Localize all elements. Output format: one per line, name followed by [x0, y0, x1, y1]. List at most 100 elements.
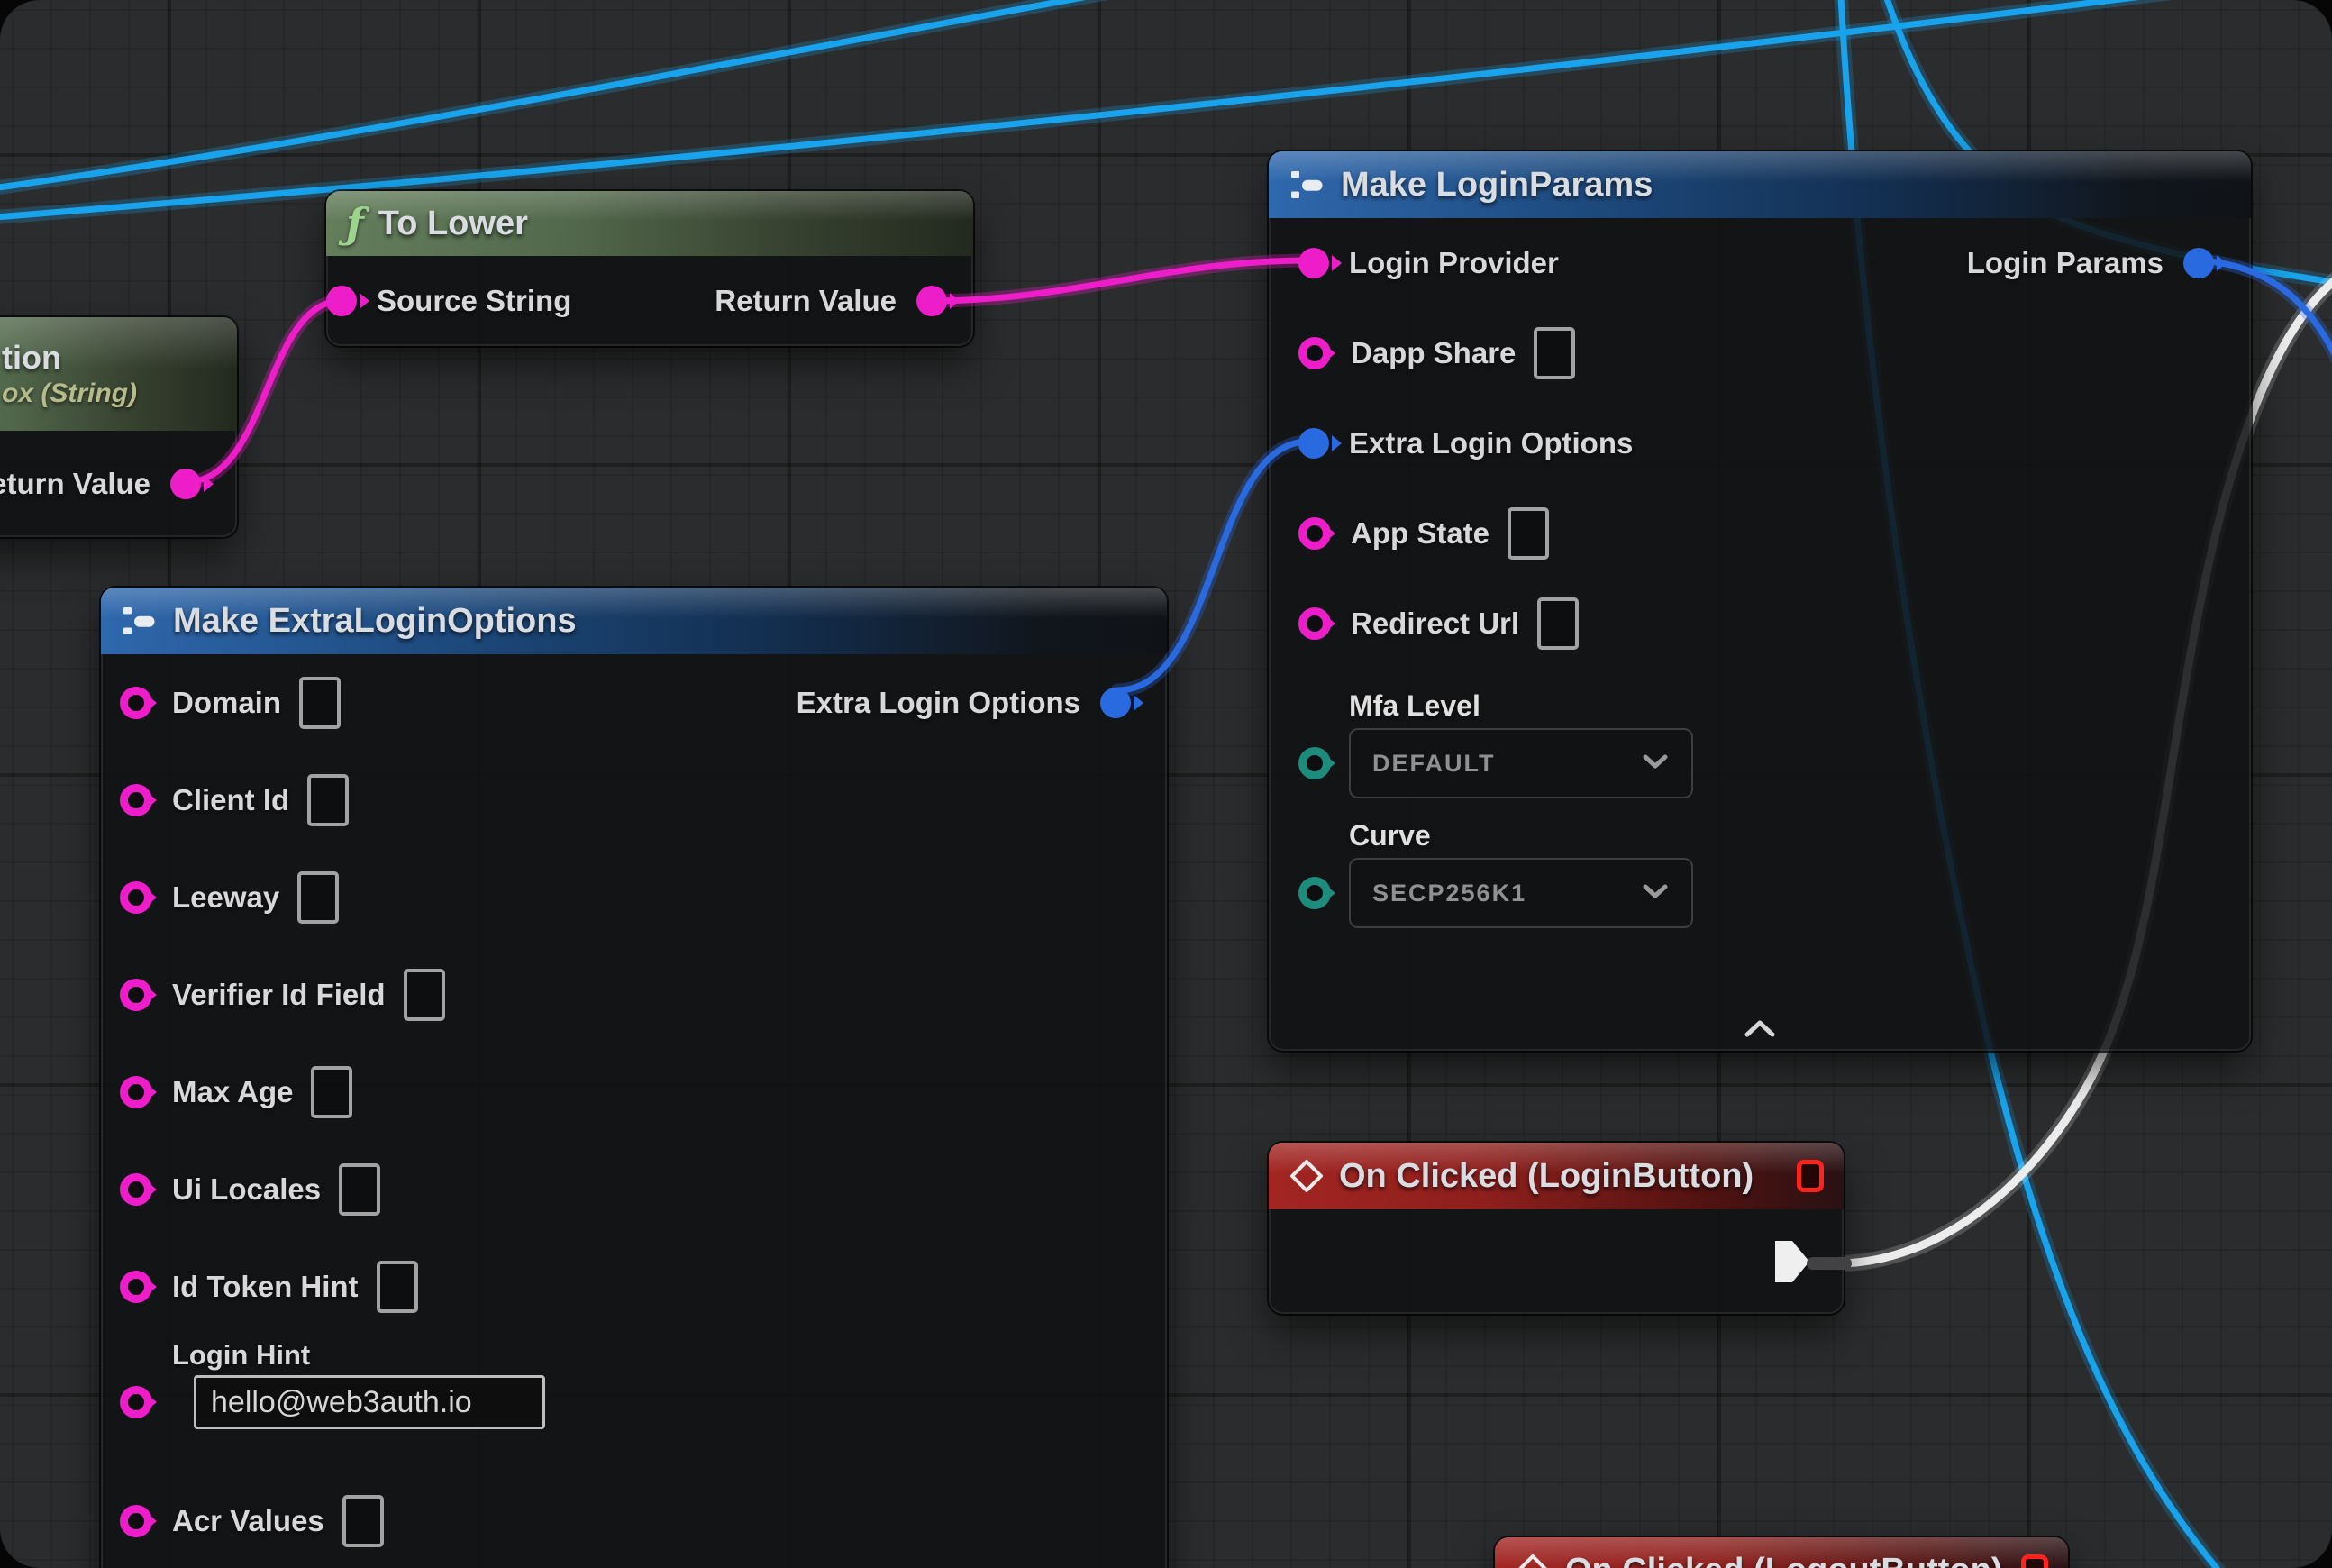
pin-extra-login-options-output[interactable]	[1100, 688, 1131, 718]
node-title: On Clicked (LogoutButton)	[1565, 1552, 2002, 1568]
login-hint-field[interactable]: hello@web3auth.io	[194, 1375, 545, 1429]
node-make-extra-login-options-header[interactable]: Make ExtraLoginOptions	[101, 588, 1167, 654]
wire-to-lower-to-login-provider	[930, 260, 1308, 301]
blueprint-graph-canvas[interactable]: tion ox (String) eturn Value ƒ To Lower …	[0, 0, 2332, 1568]
exec-output-pin[interactable]	[1775, 1241, 1809, 1282]
wire-top-diagonal-1	[0, 0, 1167, 191]
pin-login-provider-input[interactable]	[1298, 248, 1329, 278]
pin-label-dapp-share: Dapp Share	[1351, 336, 1516, 370]
pin-label-login-params-out: Login Params	[1967, 246, 2163, 280]
enum-label-curve: Curve	[1349, 813, 1693, 858]
pin-return-value-output[interactable]	[916, 286, 947, 316]
checkbox-verifier-id-field[interactable]	[404, 969, 445, 1021]
pin-login-params-output[interactable]	[2183, 248, 2214, 278]
node-make-extra-login-options[interactable]: Make ExtraLoginOptions Domain Extra Login…	[101, 588, 1167, 1568]
pin-row-client-id: Client Id	[101, 752, 1167, 849]
mfa-level-dropdown[interactable]: DEFAULT	[1349, 728, 1693, 798]
node-make-login-params[interactable]: Make LoginParams Login Provider Login Par…	[1269, 151, 2251, 1051]
pin-app-state-input[interactable]	[1298, 517, 1331, 550]
pin-label-ui-locales: Ui Locales	[172, 1172, 321, 1207]
make-struct-icon	[1289, 169, 1326, 201]
make-struct-icon	[121, 605, 159, 637]
pin-redirect-url-input[interactable]	[1298, 607, 1331, 640]
pin-label-extra-login-options-out: Extra Login Options	[797, 686, 1080, 720]
node-on-clicked-logout-button-header[interactable]: On Clicked (LogoutButton)	[1495, 1537, 2068, 1568]
node-truncated-function[interactable]: tion ox (String) eturn Value	[0, 317, 237, 537]
pin-label-source-string: Source String	[377, 284, 571, 318]
pin-row-leeway: Leeway	[101, 849, 1167, 946]
pin-row-extra-login-options: Extra Login Options	[1269, 398, 2251, 488]
pin-ui-locales-input[interactable]	[120, 1173, 152, 1206]
chevron-down-icon	[1641, 752, 1670, 776]
node-collapse-button[interactable]	[1740, 1015, 1780, 1042]
pure-function-icon: ƒ	[346, 203, 364, 244]
checkbox-acr-values[interactable]	[342, 1495, 384, 1547]
pin-label-return-value: eturn Value	[0, 467, 150, 501]
node-on-clicked-login-button[interactable]: On Clicked (LoginButton)	[1269, 1143, 1844, 1314]
node-to-lower[interactable]: ƒ To Lower Source String Return Value	[326, 191, 973, 346]
bound-widget-event-badge	[2021, 1554, 2048, 1568]
bound-widget-event-badge	[1797, 1160, 1824, 1192]
checkbox-app-state[interactable]	[1508, 507, 1549, 560]
pin-label-client-id: Client Id	[172, 783, 289, 817]
checkbox-max-age[interactable]	[311, 1066, 352, 1118]
pin-label-login-provider: Login Provider	[1349, 246, 1559, 280]
pin-label-domain: Domain	[172, 686, 281, 720]
pin-return-value-output[interactable]	[170, 469, 201, 499]
pin-label-login-hint: Login Hint	[172, 1336, 545, 1375]
event-diamond-icon	[1289, 1158, 1325, 1194]
chevron-up-icon	[1742, 1017, 1778, 1039]
node-title: tion	[2, 339, 61, 377]
node-on-clicked-login-button-header[interactable]: On Clicked (LoginButton)	[1269, 1143, 1844, 1209]
checkbox-redirect-url[interactable]	[1537, 597, 1579, 650]
enum-row-curve: Curve SECP256K1	[1298, 813, 2251, 928]
pin-id-token-hint-input[interactable]	[120, 1271, 152, 1303]
pin-row-dapp-share: Dapp Share	[1269, 308, 2251, 398]
pin-row-redirect-url: Redirect Url	[1269, 579, 2251, 669]
pin-label-extra-login-options: Extra Login Options	[1349, 426, 1633, 460]
pin-label-verifier-id-field: Verifier Id Field	[172, 978, 386, 1012]
curve-dropdown-value: SECP256K1	[1372, 880, 1526, 907]
node-to-lower-header[interactable]: ƒ To Lower	[326, 191, 973, 256]
enum-label-mfa-level: Mfa Level	[1349, 683, 1693, 728]
pin-max-age-input[interactable]	[120, 1076, 152, 1108]
pin-curve-input[interactable]	[1298, 877, 1331, 909]
pin-label-id-token-hint: Id Token Hint	[172, 1270, 359, 1304]
pin-row-login-provider: Login Provider Login Params	[1269, 218, 2251, 308]
pin-row-acr-values: Acr Values	[101, 1472, 1167, 1568]
pin-label-leeway: Leeway	[172, 880, 279, 915]
event-diamond-icon	[1515, 1553, 1551, 1568]
pin-client-id-input[interactable]	[120, 784, 152, 816]
node-title: To Lower	[378, 205, 528, 243]
mfa-level-dropdown-value: DEFAULT	[1372, 750, 1496, 778]
checkbox-client-id[interactable]	[307, 774, 349, 826]
node-title: Make LoginParams	[1341, 166, 1653, 205]
pin-acr-values-input[interactable]	[120, 1505, 152, 1537]
pin-leeway-input[interactable]	[120, 881, 152, 914]
pin-mfa-level-input[interactable]	[1298, 747, 1331, 779]
pin-domain-input[interactable]	[120, 687, 152, 719]
node-subtitle: ox (String)	[2, 378, 137, 409]
node-on-clicked-logout-button[interactable]: On Clicked (LogoutButton)	[1495, 1537, 2068, 1568]
checkbox-ui-locales[interactable]	[339, 1163, 380, 1216]
pin-row-login-hint: Login Hinthello@web3auth.io	[101, 1336, 1167, 1472]
node-truncated-function-header[interactable]: tion ox (String)	[0, 317, 237, 431]
pin-login-hint-input[interactable]	[120, 1386, 152, 1418]
chevron-down-icon	[1641, 881, 1670, 906]
pin-row-ui-locales: Ui Locales	[101, 1141, 1167, 1238]
pin-dapp-share-input[interactable]	[1298, 337, 1331, 369]
node-title: On Clicked (LoginButton)	[1339, 1157, 1754, 1196]
pin-source-string-input[interactable]	[326, 286, 357, 316]
pin-verifier-id-field-input[interactable]	[120, 979, 152, 1011]
pin-label-app-state: App State	[1351, 516, 1489, 551]
pin-extra-login-options-input[interactable]	[1298, 428, 1329, 459]
checkbox-domain[interactable]	[299, 677, 341, 729]
pin-row-verifier-id-field: Verifier Id Field	[101, 946, 1167, 1044]
checkbox-dapp-share[interactable]	[1534, 327, 1575, 379]
curve-dropdown[interactable]: SECP256K1	[1349, 858, 1693, 928]
checkbox-id-token-hint[interactable]	[377, 1261, 418, 1313]
node-title: Make ExtraLoginOptions	[173, 602, 577, 641]
wire-to-lower-to-login-provider	[930, 260, 1308, 301]
checkbox-leeway[interactable]	[297, 871, 339, 924]
node-make-login-params-header[interactable]: Make LoginParams	[1269, 151, 2251, 218]
